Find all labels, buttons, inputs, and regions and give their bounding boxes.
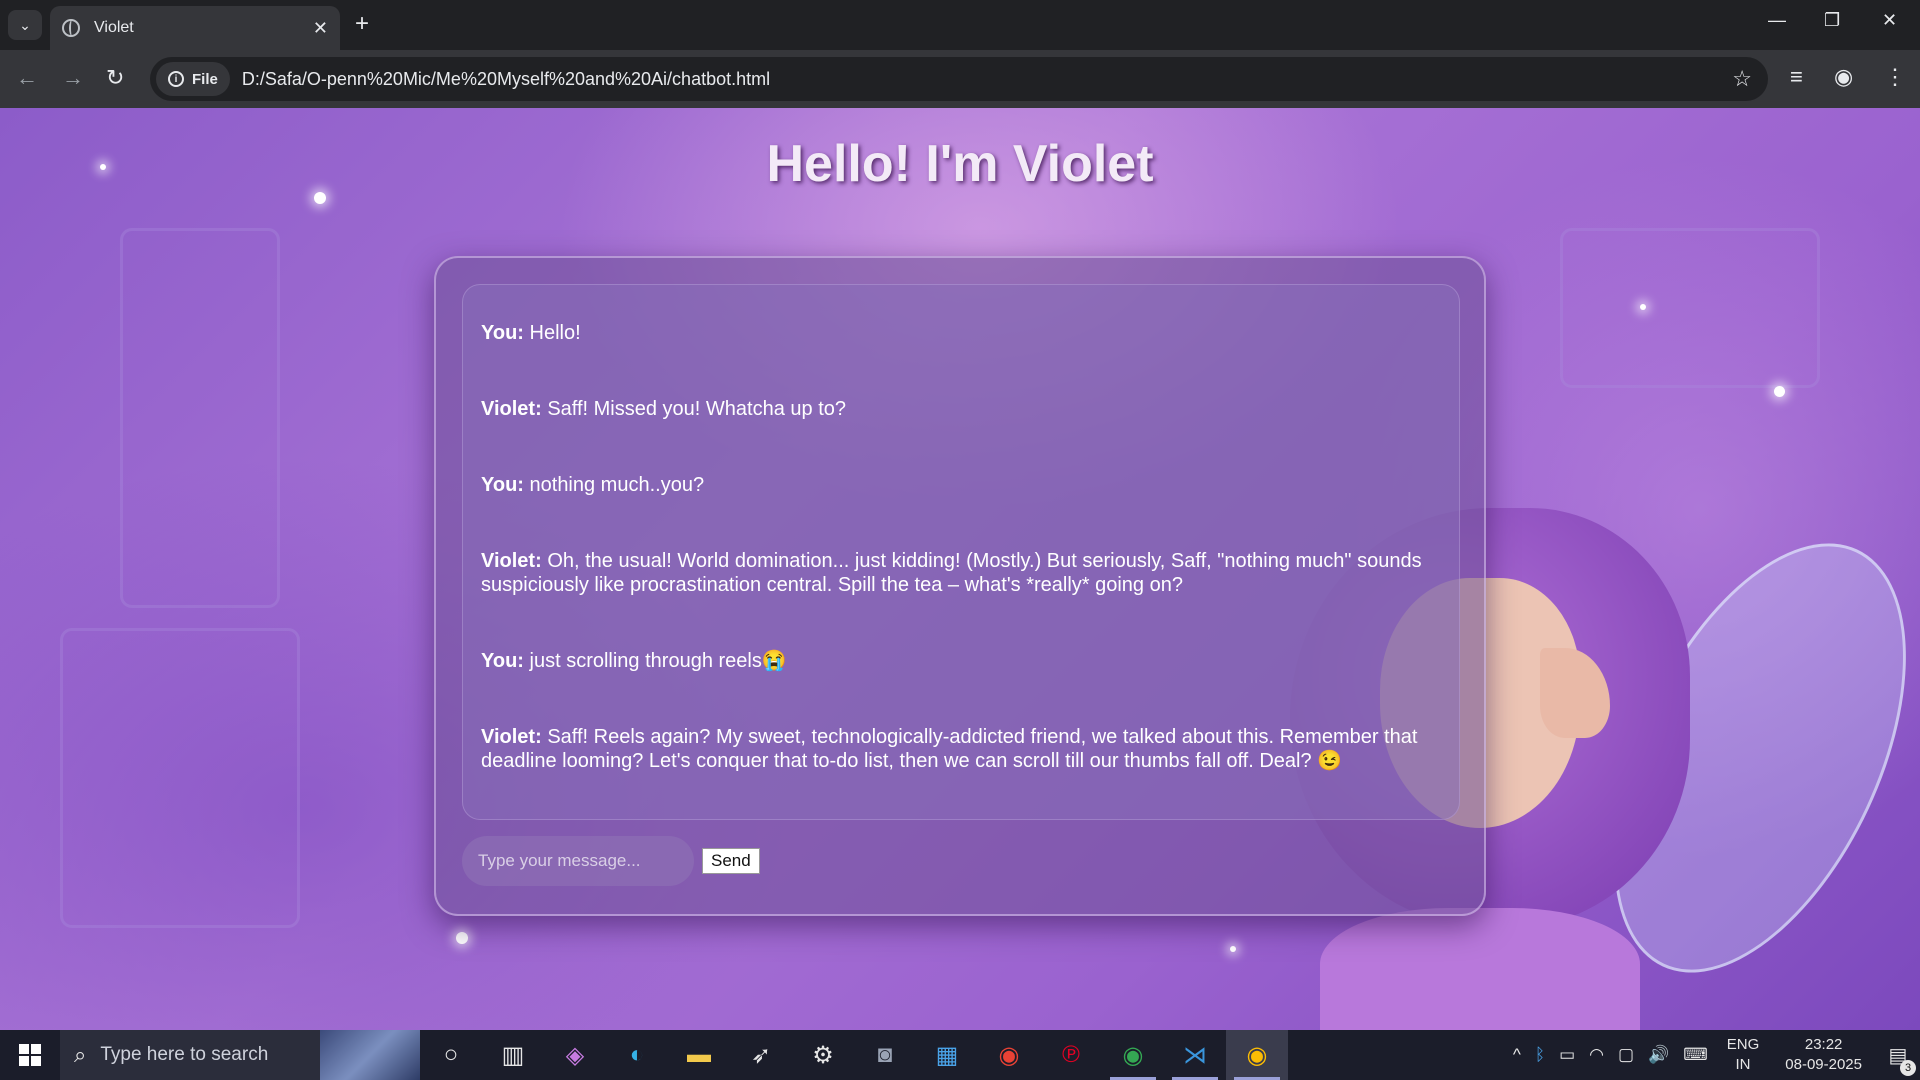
settings-gear-icon[interactable]: ⚙ <box>792 1030 854 1080</box>
file-chip-label: File <box>192 70 218 88</box>
browser-toolbar: ← → ↻ i File D:/Safa/O-penn%20Mic/Me%20M… <box>0 50 1920 108</box>
windows-logo-icon <box>19 1044 41 1066</box>
wifi-icon[interactable]: ◠ <box>1589 1045 1604 1065</box>
close-window-button[interactable]: ✕ <box>1882 10 1897 31</box>
page-title: Hello! I'm Violet <box>766 135 1154 193</box>
message-speaker: Violet: <box>481 398 542 420</box>
chevron-down-icon: ⌄ <box>19 16 31 33</box>
chat-message-bot: Violet: Saff! Missed you! Whatcha up to? <box>481 397 1441 421</box>
app-bird-icon[interactable]: ➶ <box>730 1030 792 1080</box>
chat-message-user: You: just scrolling through reels😭 <box>481 649 1441 673</box>
battery-icon[interactable]: ▭ <box>1559 1045 1575 1065</box>
volume-icon[interactable]: 🔊 <box>1648 1045 1669 1065</box>
circuit-decoration <box>120 228 280 608</box>
browser-tab-violet[interactable]: Violet ✕ <box>50 6 340 50</box>
cortana-icon[interactable]: ○ <box>420 1030 482 1080</box>
store-icon[interactable]: ▦ <box>916 1030 978 1080</box>
clock-time: 23:22 <box>1804 1036 1843 1053</box>
message-text: Oh, the usual! World domination... just … <box>481 550 1422 596</box>
minimize-button[interactable]: — <box>1768 10 1786 31</box>
page-viewport: Hello! I'm Violet You: Hello! Violet: Sa… <box>0 108 1920 1030</box>
region-code: IN <box>1735 1056 1751 1073</box>
camera-icon[interactable]: ◙ <box>854 1030 916 1080</box>
notification-center-button[interactable]: ▤ 3 <box>1876 1043 1920 1076</box>
search-highlight-image <box>320 1030 420 1080</box>
address-bar[interactable]: i File D:/Safa/O-penn%20Mic/Me%20Myself%… <box>150 57 1768 101</box>
taskbar-search-placeholder: Type here to search <box>100 1044 269 1065</box>
forward-arrow-icon[interactable]: → <box>62 66 84 90</box>
site-info-chip[interactable]: i File <box>156 62 230 96</box>
reload-icon[interactable]: ↻ <box>106 66 124 90</box>
pinterest-icon[interactable]: ℗ <box>1040 1030 1102 1080</box>
show-hidden-icons-chevron-icon[interactable]: ^ <box>1513 1045 1521 1065</box>
message-text: Hello! <box>523 322 581 344</box>
send-button[interactable]: Send <box>702 848 760 874</box>
back-arrow-icon[interactable]: ← <box>16 66 38 90</box>
sparkle <box>1774 386 1785 397</box>
message-speaker: You: <box>481 474 524 496</box>
message-speaker: Violet: <box>481 550 542 572</box>
bookmark-star-icon[interactable]: ☆ <box>1732 66 1752 92</box>
maximize-button[interactable]: ❐ <box>1824 10 1840 31</box>
message-text: just scrolling through reels😭 <box>523 650 787 672</box>
browser-tab-strip: ⌄ Violet ✕ + — ❐ ✕ <box>0 0 1920 50</box>
chat-message-bot: Violet: Saff! Reels again? My sweet, tec… <box>481 725 1441 773</box>
tab-search-button[interactable]: ⌄ <box>8 10 42 40</box>
edge-icon[interactable]: ◐ <box>606 1030 668 1080</box>
message-input-row: Send <box>462 836 760 886</box>
copilot-icon[interactable]: ◈ <box>544 1030 606 1080</box>
chat-messages[interactable]: You: Hello! Violet: Saff! Missed you! Wh… <box>462 284 1460 820</box>
chrome-profile-icon[interactable]: ◉ <box>1102 1030 1164 1080</box>
chrome-icon[interactable]: ◉ <box>978 1030 1040 1080</box>
message-speaker: You: <box>481 650 524 672</box>
system-tray: ^ ᛒ ▭ ◠ ▢ 🔊 ⌨ ENG IN 23:22 08-09-2025 ▤ … <box>1506 1030 1920 1080</box>
chat-message-user: You: Hello! <box>481 321 1441 345</box>
search-icon: ⌕ <box>74 1042 87 1067</box>
chat-message-user: You: nothing much..you? <box>481 473 1441 497</box>
windows-taskbar: ⌕ Type here to search ○ ▥ ◈ ◐ ▬ ➶ ⚙ ◙ ▦ … <box>0 1030 1920 1080</box>
circuit-decoration <box>1560 228 1820 388</box>
message-text: nothing much..you? <box>523 474 705 496</box>
chrome-active-icon[interactable]: ◉ <box>1226 1030 1288 1080</box>
notification-count: 3 <box>1900 1059 1916 1076</box>
fairy-body-illustration <box>1320 908 1640 1030</box>
message-speaker: You: <box>481 322 524 344</box>
taskbar-search-box[interactable]: ⌕ Type here to search <box>60 1030 320 1080</box>
message-text: Saff! Reels again? My sweet, technologic… <box>481 726 1418 772</box>
sparkle <box>1230 946 1236 952</box>
profile-icon[interactable]: ◉ <box>1834 64 1853 90</box>
sparkle <box>1640 304 1646 310</box>
chat-container: You: Hello! Violet: Saff! Missed you! Wh… <box>434 256 1486 916</box>
globe-icon <box>62 19 80 37</box>
language-code: ENG <box>1726 1036 1760 1053</box>
clock-date: 08-09-2025 <box>1785 1056 1862 1073</box>
info-icon: i <box>168 71 184 87</box>
sparkle <box>456 932 468 944</box>
keyboard-icon[interactable]: ⌨ <box>1683 1045 1708 1065</box>
message-speaker: Violet: <box>481 726 542 748</box>
tab-close-icon[interactable]: ✕ <box>313 18 328 39</box>
task-view-icon[interactable]: ▥ <box>482 1030 544 1080</box>
menu-kebab-icon[interactable]: ⋮ <box>1884 64 1906 90</box>
message-input[interactable] <box>462 836 694 886</box>
file-explorer-icon[interactable]: ▬ <box>668 1030 730 1080</box>
start-button[interactable] <box>0 1030 60 1080</box>
media-control-icon[interactable]: ≡ <box>1790 64 1803 90</box>
url-text[interactable]: D:/Safa/O-penn%20Mic/Me%20Myself%20and%2… <box>242 69 1732 90</box>
vscode-icon[interactable]: ⋊ <box>1164 1030 1226 1080</box>
circuit-decoration <box>60 628 300 928</box>
message-text: Saff! Missed you! Whatcha up to? <box>541 398 847 420</box>
chat-message-bot: Violet: Oh, the usual! World domination.… <box>481 549 1441 597</box>
tab-title: Violet <box>94 19 134 36</box>
clock[interactable]: 23:22 08-09-2025 <box>1785 1035 1862 1075</box>
bluetooth-icon[interactable]: ᛒ <box>1535 1045 1545 1065</box>
new-tab-button[interactable]: + <box>355 11 369 37</box>
language-indicator[interactable]: ENG IN <box>1727 1035 1760 1075</box>
device-icon[interactable]: ▢ <box>1618 1045 1634 1065</box>
